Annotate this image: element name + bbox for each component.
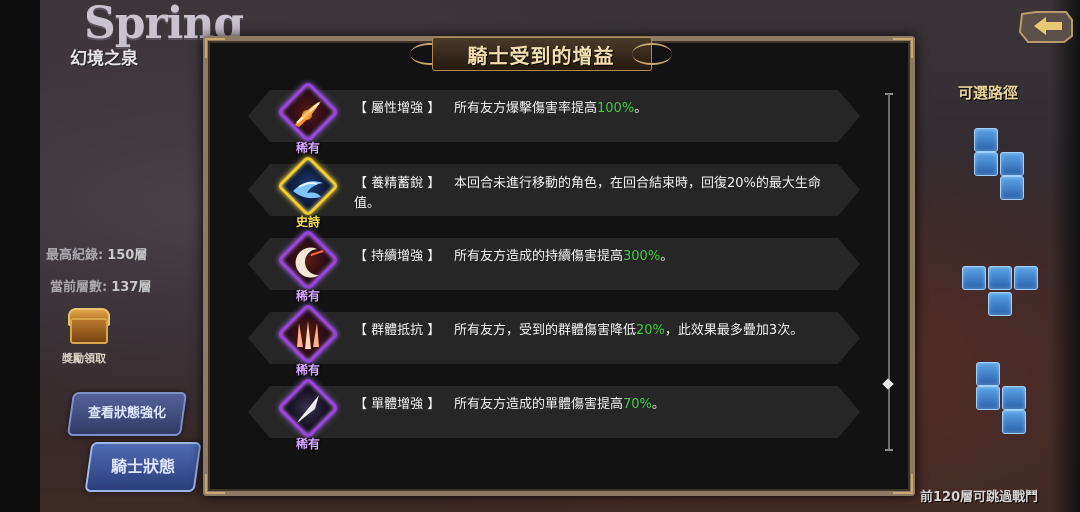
reward-chest-icon[interactable] [64, 306, 110, 344]
stat-value: 137層 [111, 280, 152, 295]
stat-label: 最高紀錄: [46, 248, 104, 263]
fire-sword-icon [295, 101, 321, 127]
buff-name: 【 持續增強 】 [354, 249, 441, 264]
buff-name: 【 單體增強 】 [354, 397, 441, 412]
moon-slash-icon [295, 247, 324, 278]
buff-icon-badge: 稀有 [276, 80, 340, 155]
triple-claw-icon [297, 321, 319, 349]
buff-desc-text: 所有友方，受到的群體傷害降低 [454, 323, 637, 338]
buff-icon-badge: 稀有 [276, 302, 340, 377]
buff-description: 【 屬性增強 】所有友方爆擊傷害率提高100%。 [354, 99, 834, 119]
rarity-label: 稀有 [295, 289, 320, 303]
routes-title: 可選路徑 [958, 84, 1019, 102]
buff-desc-text: 所有友方爆擊傷害率提高 [454, 101, 598, 116]
wind-recovery-icon [293, 181, 323, 199]
buff-desc-tail: ，此效果最多疊加3次。 [664, 323, 804, 338]
buff-value: 20% [636, 323, 665, 338]
stat-current-floor: 當前層數: 137層 [50, 276, 151, 295]
view-buffs-label: 查看狀態強化 [87, 406, 166, 421]
stat-best-record: 最高紀錄: 150層 [46, 244, 147, 263]
buff-icon-badge: 稀有 [276, 376, 340, 451]
buff-value: 100% [597, 101, 635, 116]
frame-corner [205, 38, 225, 58]
skip-battle-note: 前120層可跳過戰鬥 [920, 490, 1039, 505]
buff-desc-tail: 。 [660, 249, 674, 264]
scrollbar-track[interactable] [888, 94, 890, 450]
rarity-label: 稀有 [295, 141, 320, 155]
buff-description: 【 持續增強 】所有友方造成的持續傷害提高300%。 [354, 247, 834, 267]
rarity-label: 稀有 [295, 437, 320, 451]
logo-subtitle: 幻境之泉 [70, 49, 138, 69]
buff-name: 【 群體抵抗 】 [354, 323, 441, 338]
frame-corner [893, 474, 913, 494]
frame-corner [893, 38, 913, 58]
buff-description: 【 單體增強 】所有友方造成的單體傷害提高70%。 [354, 395, 834, 415]
buff-icon-badge: 稀有 [276, 228, 340, 303]
buff-desc-tail: 。 [634, 101, 648, 116]
buff-desc-text: 所有友方造成的單體傷害提高 [454, 397, 624, 412]
right-edge-shade [1050, 0, 1080, 512]
rarity-label: 史詩 [295, 215, 320, 229]
dialog-title: 騎士受到的增益 [467, 44, 615, 68]
buff-description: 【 群體抵抗 】所有友方，受到的群體傷害降低20%，此效果最多疊加3次。 [354, 321, 834, 341]
buff-description: 【 養精蓄銳 】本回合未進行移動的角色，在回合結束時，回復20%的最大生命值。 [354, 174, 832, 214]
reward-label: 獎勵領取 [62, 352, 106, 365]
knight-status-label: 騎士狀態 [110, 457, 175, 476]
buff-desc-tail: 。 [651, 397, 665, 412]
view-buffs-button[interactable]: 查看狀態強化 [66, 392, 188, 436]
buff-name: 【 養精蓄銳 】 [354, 176, 441, 191]
event-logo: Spring 幻境之泉 [70, 0, 244, 80]
single-blade-icon [297, 395, 319, 423]
left-edge-shade [0, 0, 40, 512]
frame-corner [205, 474, 225, 494]
buff-name: 【 屬性增強 】 [354, 101, 441, 116]
scrollbar-cap [885, 449, 893, 451]
buff-icon-badge: 史詩 [276, 154, 340, 229]
buff-value: 300% [623, 249, 661, 264]
rarity-label: 稀有 [295, 363, 320, 377]
buff-value: 70% [623, 397, 652, 412]
stat-label: 當前層數: [50, 280, 108, 295]
back-arrow-icon[interactable] [1016, 6, 1076, 46]
dialog-title-bar: 騎士受到的增益 [410, 35, 672, 71]
stat-value: 150層 [107, 248, 148, 263]
knight-status-button[interactable]: 騎士狀態 [84, 442, 202, 492]
buff-desc-text: 所有友方造成的持續傷害提高 [454, 249, 624, 264]
